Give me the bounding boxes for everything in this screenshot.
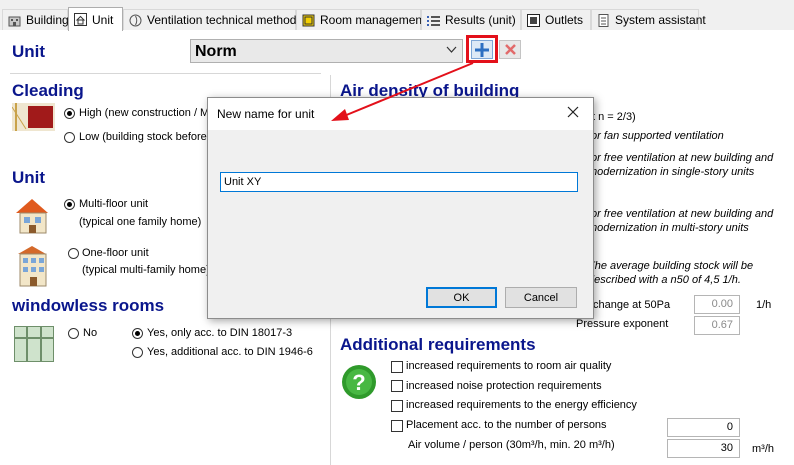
annotation-arrow [331,62,474,121]
